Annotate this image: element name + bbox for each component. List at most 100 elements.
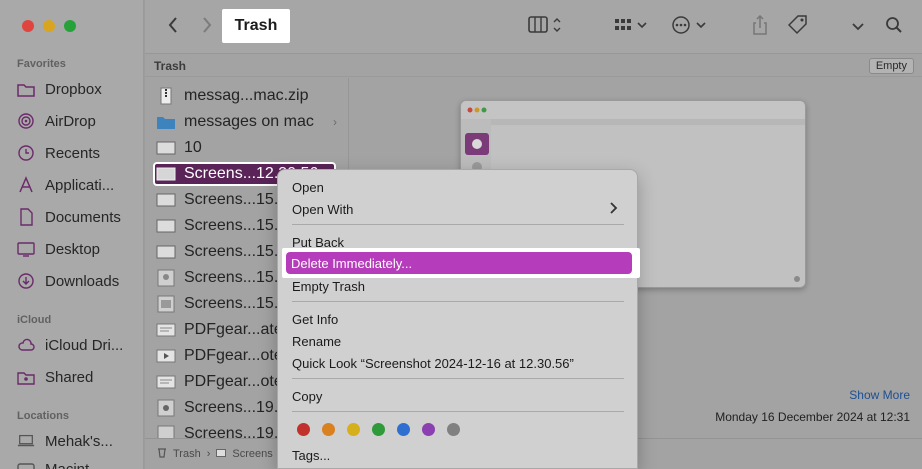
airdrop-icon	[17, 112, 35, 130]
download-icon	[17, 272, 35, 290]
chevron-right-icon	[202, 16, 212, 38]
menu-item-empty-trash[interactable]: Empty Trash	[292, 276, 622, 296]
sidebar-item-label: Shared	[45, 368, 94, 386]
file-name: messages on mac	[184, 113, 314, 130]
search-button[interactable]	[882, 15, 906, 39]
show-more-link[interactable]: Show More	[849, 388, 910, 402]
menu-item-open-with[interactable]: Open With	[292, 199, 622, 219]
breadcrumb-trash[interactable]: Trash	[173, 448, 201, 460]
menu-item-rename[interactable]: Rename	[292, 331, 622, 351]
tag-gray-button[interactable]	[447, 423, 460, 436]
screenshot-icon	[155, 191, 177, 209]
close-window-button[interactable]	[22, 20, 34, 32]
sidebar-item-label: Desktop	[45, 240, 101, 258]
cloud-icon	[17, 336, 35, 354]
tag-blue-button[interactable]	[397, 423, 410, 436]
sidebar-item-label: Mehak's...	[45, 432, 113, 450]
breadcrumb-file[interactable]: Screens	[232, 448, 272, 460]
sidebar-item-mehak[interactable]: Mehak's...	[17, 428, 142, 454]
sidebar-item-documents[interactable]: Documents	[17, 204, 142, 230]
empty-trash-button[interactable]: Empty	[868, 58, 914, 74]
list-item[interactable]: 10	[155, 136, 343, 160]
menu-separator	[292, 224, 624, 225]
sidebar-item-desktop[interactable]: Desktop	[17, 236, 142, 262]
sidebar-item-label: Recents	[45, 144, 101, 162]
locations-header: Locations	[17, 410, 69, 422]
menu-item-open[interactable]: Open	[292, 177, 622, 197]
columns-icon	[528, 15, 562, 39]
zip-icon	[155, 87, 177, 105]
tag-color-row	[297, 423, 460, 436]
screenshot-icon	[155, 243, 177, 261]
sidebar-item-icloud-drive[interactable]: iCloud Dri...	[17, 332, 142, 358]
tag-yellow-button[interactable]	[347, 423, 360, 436]
file-name: PDFgear...ate	[184, 321, 283, 338]
file-name: PDFgear...ote	[184, 373, 283, 390]
sidebar-item-macintosh[interactable]: Macint...	[17, 456, 142, 469]
sidebar-item-label: Documents	[45, 208, 121, 226]
folder-icon	[155, 113, 177, 131]
video-icon	[155, 347, 177, 365]
file-name: Screens...15.	[184, 243, 279, 260]
sidebar: Favorites Dropbox AirDrop Recents Applic…	[0, 0, 144, 469]
menu-separator	[292, 411, 624, 412]
share-icon	[752, 14, 768, 40]
clock-icon	[17, 144, 35, 162]
back-button[interactable]	[163, 15, 183, 39]
sidebar-item-recents[interactable]: Recents	[17, 140, 142, 166]
menu-item-get-info[interactable]: Get Info	[292, 309, 622, 329]
share-button[interactable]	[748, 14, 772, 40]
sidebar-item-label: AirDrop	[45, 112, 96, 130]
path-bar: Trash Empty	[145, 55, 922, 77]
pdf-icon	[155, 321, 177, 339]
image-icon	[155, 295, 177, 313]
applications-icon	[17, 176, 35, 194]
file-icon	[216, 448, 227, 460]
list-item[interactable]: messag...mac.zip	[155, 84, 343, 108]
sidebar-item-airdrop[interactable]: AirDrop	[17, 108, 142, 134]
trash-icon	[157, 447, 167, 461]
tag-green-button[interactable]	[372, 423, 385, 436]
menu-item-quick-look[interactable]: Quick Look “Screenshot 2024-12-16 at 12.…	[292, 353, 622, 373]
forward-button[interactable]	[197, 15, 217, 39]
window-controls	[22, 20, 76, 32]
search-icon	[885, 16, 903, 39]
sidebar-item-label: Downloads	[45, 272, 120, 290]
image-icon	[155, 399, 177, 417]
tag-orange-button[interactable]	[322, 423, 335, 436]
zoom-window-button[interactable]	[64, 20, 76, 32]
modified-date: Monday 16 December 2024 at 12:31	[715, 410, 910, 424]
file-name: Screens...15.	[184, 191, 279, 208]
list-item[interactable]: messages on mac ›	[155, 110, 343, 134]
tag-purple-button[interactable]	[422, 423, 435, 436]
menu-item-copy[interactable]: Copy	[292, 386, 622, 406]
folder-icon	[17, 80, 35, 98]
view-mode-button[interactable]	[525, 15, 565, 39]
chevron-right-icon: ›	[333, 115, 337, 129]
sidebar-item-dropbox[interactable]: Dropbox	[17, 76, 142, 102]
action-menu-button[interactable]	[669, 15, 709, 39]
tag-button[interactable]	[785, 14, 811, 39]
breadcrumb-separator: ›	[206, 448, 211, 460]
menu-item-delete-immediately[interactable]: Delete Immediately...	[286, 252, 632, 274]
window-title: Trash	[222, 9, 290, 43]
screenshot-icon	[155, 217, 177, 235]
menu-item-tags[interactable]: Tags...	[292, 445, 622, 465]
icloud-header: iCloud	[17, 314, 52, 326]
context-menu: Open Open With Put Back Empty Trash Get …	[277, 169, 638, 469]
file-name: Screens...15.	[184, 269, 279, 286]
document-icon	[17, 208, 35, 226]
sidebar-item-downloads[interactable]: Downloads	[17, 268, 142, 294]
more-toolbar-button[interactable]	[848, 15, 868, 39]
tag-red-button[interactable]	[297, 423, 310, 436]
sidebar-item-label: iCloud Dri...	[45, 336, 124, 354]
chevron-right-icon	[610, 201, 618, 217]
grid-icon	[614, 17, 648, 38]
sidebar-item-shared[interactable]: Shared	[17, 364, 142, 390]
file-name: PDFgear...ote	[184, 347, 283, 364]
minimize-window-button[interactable]	[43, 20, 55, 32]
group-button[interactable]	[611, 15, 651, 39]
sidebar-item-applications[interactable]: Applicati...	[17, 172, 142, 198]
desktop-icon	[17, 240, 35, 258]
sidebar-item-label: Applicati...	[45, 176, 115, 194]
